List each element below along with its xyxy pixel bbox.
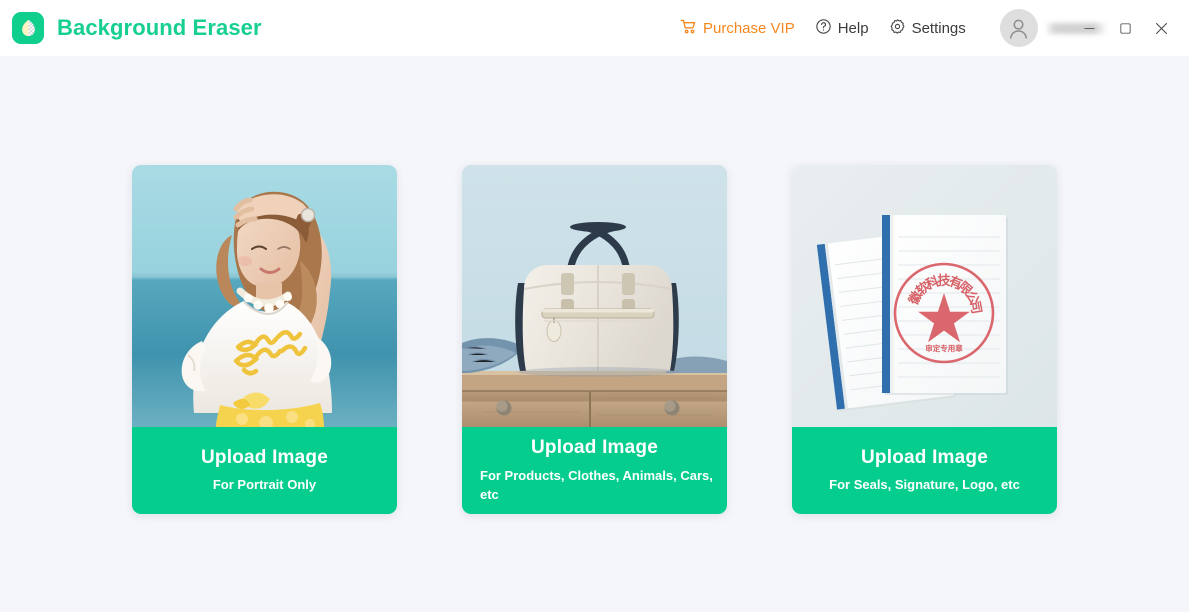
upload-card-product[interactable]: Upload Image For Products, Clothes, Anim… [462,165,727,514]
help-label: Help [837,19,869,37]
window-controls [1071,0,1179,56]
maximize-button[interactable] [1107,10,1143,46]
close-button[interactable] [1143,10,1179,46]
upload-card-seal[interactable]: 徽 软 科 技 有 限 公 司 审定专用章 Upload Image For S… [792,165,1057,514]
upload-portrait-subtitle: For Portrait Only [212,477,317,493]
upload-product-cta[interactable]: Upload Image For Products, Clothes, Anim… [462,427,727,514]
upload-options-stage: Upload Image For Portrait Only Upload Im… [0,56,1189,612]
upload-seal-title: Upload Image [861,446,988,468]
minimize-button[interactable] [1071,10,1107,46]
user-avatar-icon [999,9,1038,47]
header-actions: Purchase VIP Help Settings [680,0,1106,56]
shopping-cart-icon [680,18,697,39]
upload-portrait-cta[interactable]: Upload Image For Portrait Only [132,427,397,514]
purchase-vip-label: Purchase VIP [703,19,795,37]
settings-label: Settings [911,19,966,37]
upload-product-subtitle: For Products, Clothes, Animals, Cars, et… [480,468,713,502]
question-circle-icon [815,18,832,39]
gear-icon [889,18,906,39]
upload-seal-subtitle: For Seals, Signature, Logo, etc [829,477,1020,493]
stacked-documents-with-red-seal-photo: 徽 软 科 技 有 限 公 司 审定专用章 [792,165,1057,427]
upload-seal-cta[interactable]: Upload Image For Seals, Signature, Logo,… [792,427,1057,514]
upload-product-title: Upload Image [531,437,658,459]
svg-text:审定专用章: 审定专用章 [925,343,963,353]
upload-portrait-title: Upload Image [201,446,328,468]
purchase-vip-button[interactable]: Purchase VIP [680,14,807,43]
app-title: Background Eraser [57,15,262,40]
title-bar: Background Eraser Purchase VIP Help Sett… [0,0,1189,56]
svg-text:司: 司 [967,300,984,315]
app-brand: Background Eraser [12,12,262,44]
leaf-transparency-logo-icon [12,12,44,44]
white-handbag-on-dresser-photo [462,165,727,427]
settings-button[interactable]: Settings [889,14,978,43]
help-button[interactable]: Help [815,14,881,43]
upload-card-portrait[interactable]: Upload Image For Portrait Only [132,165,397,514]
woman-at-beach-portrait-photo [132,165,397,427]
